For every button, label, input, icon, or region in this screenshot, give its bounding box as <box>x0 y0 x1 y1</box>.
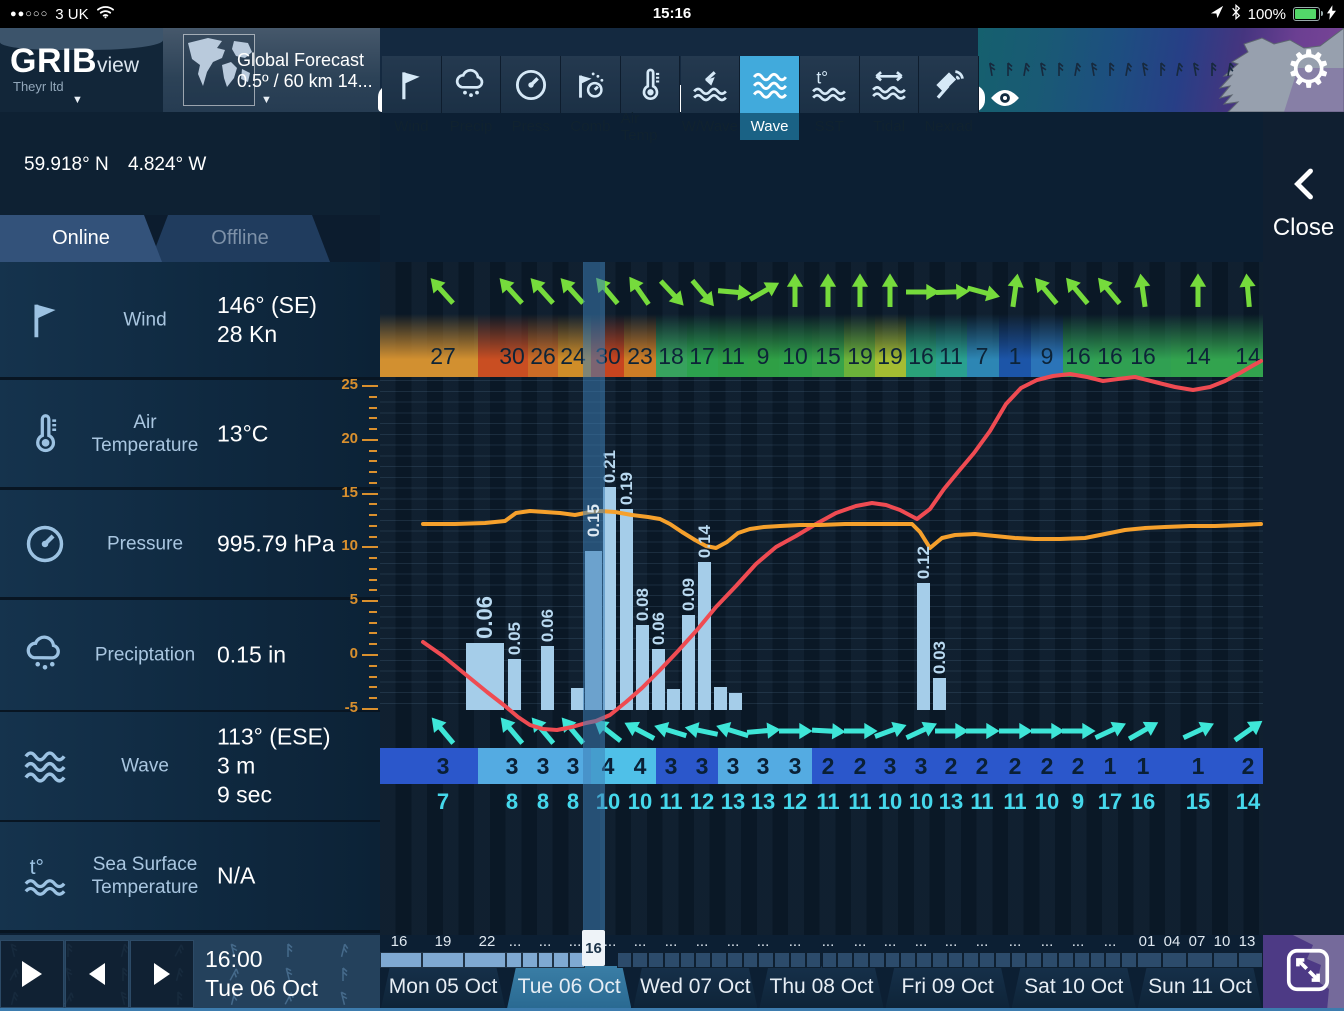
selected-time-cell[interactable]: 16 <box>582 930 605 966</box>
precip-bar-label: 0.09 <box>678 549 700 611</box>
gribview-app: ●●○○○ 3 UK 15:16 100% GRIBview Theyr ltd… <box>0 0 1344 1011</box>
precip-bar-label: 0.19 <box>616 443 638 505</box>
precip-bar-label: 0.06 <box>474 557 496 639</box>
precip-bar-label: 0.06 <box>537 580 559 642</box>
temperature-line <box>423 511 1261 548</box>
precip-bar-label: 0.03 <box>929 612 951 674</box>
precip-bar-label: 0.14 <box>694 496 716 558</box>
pressure-line <box>423 361 1261 730</box>
precip-bar-label: 0.12 <box>913 517 935 579</box>
precip-bar-label: 0.05 <box>504 593 526 655</box>
selected-time-column[interactable] <box>583 262 605 930</box>
precip-bar-label: 0.06 <box>648 583 670 645</box>
selected-precip-label: 0.15 <box>583 488 605 554</box>
chart-lines <box>0 0 1344 1011</box>
